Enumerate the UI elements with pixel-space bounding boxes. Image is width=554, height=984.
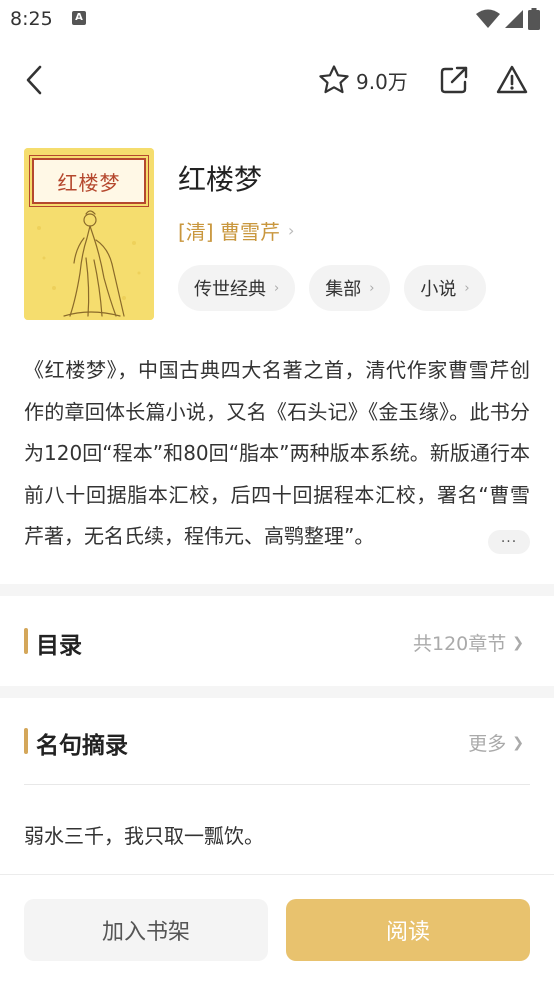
tag-list: 传世经典 › 集部 › 小说 › (178, 265, 486, 311)
tag-chip[interactable]: 集部 › (309, 265, 391, 311)
tag-label: 小说 (420, 279, 457, 300)
chevron-right-icon: › (274, 280, 280, 296)
chevron-right-icon: › (464, 280, 470, 296)
top-nav: 9.0万 (0, 52, 554, 108)
share-icon (440, 66, 468, 94)
read-button[interactable]: 阅读 (286, 899, 530, 961)
quotes-more-label: 更多 (468, 733, 507, 755)
catalog-summary-link[interactable]: 共120章节 ❯ (413, 629, 524, 656)
bottom-action-bar: 加入书架 阅读 (0, 874, 554, 984)
chevron-right-icon: › (287, 221, 295, 240)
battery-icon (528, 8, 540, 30)
notification-icon: A (72, 11, 86, 25)
add-to-shelf-button[interactable]: 加入书架 (24, 899, 268, 961)
catalog-title: 目录 (36, 633, 82, 659)
chevron-left-icon (26, 65, 42, 95)
star-outline-icon (319, 65, 349, 94)
chevron-right-icon: › (369, 280, 375, 296)
section-accent-bar (24, 628, 28, 654)
cover-title: 红楼梦 (57, 170, 121, 195)
section-divider (0, 686, 554, 698)
status-bar: 8:25 A (0, 0, 554, 38)
tag-chip[interactable]: 传世经典 › (178, 265, 296, 311)
cover-title-frame: 红楼梦 (29, 155, 149, 207)
section-accent-bar (24, 728, 28, 754)
wifi-icon (476, 9, 500, 28)
expand-description-button[interactable]: ··· (488, 530, 530, 554)
quote-item[interactable]: 弱水三千，我只取一瓢饮。 (24, 820, 264, 849)
favorite-count: 9.0万 (356, 69, 408, 94)
catalog-row[interactable]: 目录 共120章节 ❯ (0, 599, 554, 685)
author-name: [清] 曹雪芹 (178, 220, 280, 244)
catalog-summary: 共120章节 (413, 633, 507, 655)
book-cover[interactable]: 红楼梦 (24, 148, 154, 320)
signal-icon (505, 10, 523, 28)
quotes-header: 名句摘录 更多 ❯ (0, 699, 554, 785)
tag-label: 集部 (325, 279, 362, 300)
share-button[interactable] (439, 65, 469, 95)
back-button[interactable] (20, 64, 50, 96)
status-icons (476, 8, 540, 30)
tag-label: 传世经典 (194, 279, 266, 300)
chevron-right-icon: ❯ (512, 634, 524, 651)
divider-line (24, 784, 530, 785)
book-title: 红楼梦 (178, 163, 263, 196)
section-divider (0, 584, 554, 596)
quotes-title: 名句摘录 (36, 733, 128, 759)
tag-chip[interactable]: 小说 › (404, 265, 486, 311)
author-link[interactable]: [清] 曹雪芹 › (178, 216, 294, 245)
status-time: 8:25 (10, 8, 53, 30)
book-description: 《红楼梦》，中国古典四大名著之首，清代作家曹雪芹创作的章回体长篇小说，又名《石头… (24, 358, 530, 548)
report-button[interactable] (496, 64, 528, 96)
warning-icon (496, 65, 528, 94)
chevron-right-icon: ❯ (512, 734, 524, 751)
quotes-more-link[interactable]: 更多 ❯ (468, 729, 524, 756)
favorite-button[interactable]: 9.0万 (318, 64, 408, 96)
